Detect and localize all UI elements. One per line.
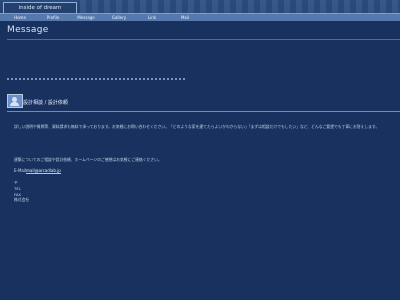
heading-right: 設計依頼: [47, 100, 68, 106]
contact-paragraph: 建築についてのご相談や設計依頼、ホームページのご感想はお気軽にご連絡ください。: [14, 157, 162, 162]
title-divider: [7, 39, 400, 40]
mail-link[interactable]: mail@arcadlab.jp: [26, 168, 61, 174]
nav-gallery[interactable]: Gallery: [106, 14, 132, 21]
heading-separator: /: [44, 100, 47, 106]
nav-link[interactable]: Link: [139, 14, 165, 21]
top-banner: inside of dream Home Profile Message Gal…: [0, 0, 400, 21]
heading-divider: [7, 111, 400, 112]
address-block: 〒 TEL FAX 株式会社: [14, 180, 29, 203]
header-pattern: [80, 0, 400, 13]
main-nav: Home Profile Message Gallery Link Mail: [0, 13, 400, 21]
nav-message[interactable]: Message: [73, 14, 99, 21]
nav-home[interactable]: Home: [7, 14, 33, 21]
section-heading: 設計相談 / 設計依頼: [23, 99, 68, 106]
heading-left: 設計相談: [23, 100, 44, 106]
address-line-4: 株式会社: [14, 197, 30, 203]
intro-paragraph: 詳しい説明や質問等、資料請求も無料で承っております。お気軽にお問い合わせください…: [14, 124, 380, 129]
nav-mail[interactable]: Mail: [172, 14, 198, 21]
page-title: Message: [7, 25, 49, 35]
person-icon: [7, 94, 23, 108]
dot-divider: [7, 78, 187, 80]
nav-profile[interactable]: Profile: [40, 14, 66, 21]
